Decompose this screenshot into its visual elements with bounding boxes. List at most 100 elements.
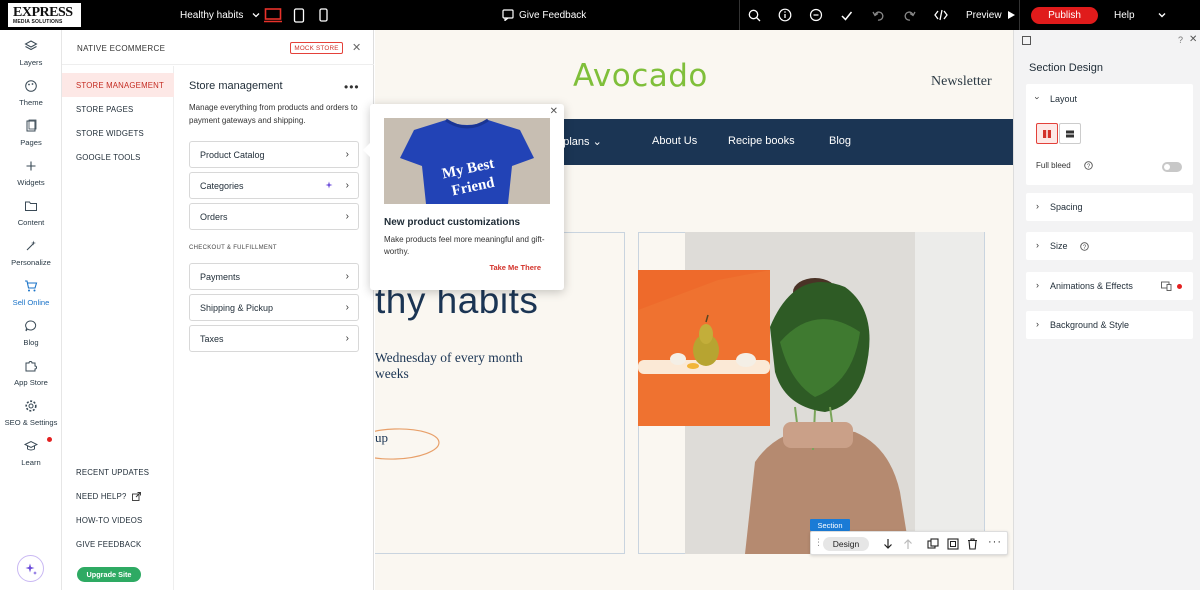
notification-dot	[1177, 284, 1182, 289]
search-button[interactable]	[748, 0, 761, 30]
newsletter-link[interactable]: Newsletter	[931, 74, 992, 90]
help-button[interactable]: Help	[1114, 0, 1135, 30]
close-icon[interactable]: ✕	[1189, 34, 1197, 45]
more-options-icon[interactable]: ···	[988, 536, 1002, 548]
chevron-right-icon: ›	[345, 302, 349, 313]
rail-item-seo-settings[interactable]: SEO & Settings	[0, 395, 62, 435]
publish-button[interactable]: Publish	[1031, 7, 1098, 24]
panel-header: NATIVE ECOMMERCE MOCK STORE ✕	[62, 30, 374, 65]
move-down-icon[interactable]	[883, 538, 893, 550]
comments-button[interactable]	[809, 0, 823, 30]
subnav-need-help[interactable]: NEED HELP?	[62, 484, 174, 508]
product-catalog-card[interactable]: Product Catalog ›	[189, 141, 359, 168]
rail-item-blog[interactable]: Blog	[0, 315, 62, 355]
ecommerce-panel: NATIVE ECOMMERCE MOCK STORE ✕ STORE MANA…	[62, 30, 374, 590]
chevron-down-icon[interactable]: ›	[1033, 97, 1043, 100]
subnav-store-management[interactable]: STORE MANAGEMENT	[62, 73, 174, 97]
dock-panel-icon[interactable]	[1022, 36, 1031, 45]
categories-card[interactable]: Categories ›	[189, 172, 359, 199]
chevron-right-icon: ›	[1036, 319, 1039, 329]
rail-item-app-store[interactable]: App Store	[0, 355, 62, 395]
give-feedback-button[interactable]: Give Feedback	[502, 0, 586, 30]
top-bar: EXPRESS MEDIA SOLUTIONS Healthy habits G…	[0, 0, 1200, 30]
help-icon[interactable]: ?	[1178, 35, 1183, 45]
info-button[interactable]	[778, 0, 792, 30]
subnav-give-feedback[interactable]: GIVE FEEDBACK	[62, 532, 174, 556]
spacing-label: Spacing	[1050, 202, 1083, 212]
redo-icon	[904, 10, 916, 21]
undo-icon	[872, 10, 884, 21]
check-button[interactable]	[840, 0, 853, 30]
nav-recipe-books[interactable]: Recipe books	[728, 135, 795, 147]
site-selector[interactable]: Healthy habits	[180, 0, 261, 30]
section-design-panel: ? ✕ Section Design › Layout Full bleed ?…	[1013, 30, 1200, 590]
size-accordion[interactable]: › Size ?	[1026, 232, 1193, 260]
preview-button[interactable]: Preview	[966, 0, 1016, 30]
mock-store-badge[interactable]: MOCK STORE	[290, 42, 343, 54]
more-options-icon[interactable]: •••	[344, 80, 360, 94]
account-menu-button[interactable]	[1157, 0, 1167, 30]
cart-icon	[25, 280, 38, 292]
rail-item-theme[interactable]: Theme	[0, 75, 62, 115]
close-icon[interactable]: ✕	[352, 41, 361, 54]
graduation-cap-icon	[24, 440, 38, 451]
product-customization-popover: ✕ My Best Friend New product customizati…	[370, 104, 564, 290]
code-button[interactable]	[934, 0, 948, 30]
tablet-view-button[interactable]	[293, 0, 305, 30]
help-circle-icon[interactable]: ?	[1084, 161, 1093, 170]
background-accordion[interactable]: › Background & Style	[1026, 311, 1193, 339]
move-up-icon[interactable]	[903, 538, 913, 550]
close-icon[interactable]: ✕	[550, 106, 558, 117]
rail-label: Sell Online	[12, 298, 50, 307]
ai-assistant-button[interactable]	[17, 555, 44, 582]
nav-about-us[interactable]: About Us	[652, 135, 697, 147]
layout-columns-option[interactable]	[1036, 123, 1058, 144]
take-me-there-link[interactable]: Take Me There	[489, 263, 541, 272]
payments-card[interactable]: Payments ›	[189, 263, 359, 290]
drag-handle-icon[interactable]: ⋮	[814, 537, 823, 548]
redo-button[interactable]	[903, 0, 916, 30]
popover-title: New product customizations	[384, 217, 521, 228]
mobile-icon	[319, 8, 328, 22]
duplicate-icon[interactable]	[927, 538, 939, 550]
layout-rows-option[interactable]	[1059, 123, 1081, 144]
chevron-right-icon: ›	[1036, 201, 1039, 211]
help-circle-icon[interactable]: ?	[1080, 242, 1089, 251]
subnav-how-to-videos[interactable]: HOW-TO VIDEOS	[62, 508, 174, 532]
nav-blog[interactable]: Blog	[829, 135, 851, 147]
section-tag[interactable]: Section	[810, 519, 850, 531]
mobile-view-button[interactable]	[319, 0, 328, 30]
spacing-accordion[interactable]: › Spacing	[1026, 193, 1193, 221]
subnav-google-tools[interactable]: GOOGLE TOOLS	[62, 145, 174, 169]
rail-item-pages[interactable]: Pages	[0, 115, 62, 155]
info-icon	[778, 8, 792, 22]
brand-logo[interactable]: EXPRESS MEDIA SOLUTIONS	[8, 3, 81, 27]
subnav-store-pages[interactable]: STORE PAGES	[62, 97, 174, 121]
card-label: Shipping & Pickup	[200, 302, 274, 313]
rail-item-widgets[interactable]: Widgets	[0, 155, 62, 195]
frame-icon[interactable]	[947, 538, 959, 550]
animations-accordion[interactable]: › Animations & Effects	[1026, 272, 1193, 300]
rail-label: Blog	[23, 338, 39, 347]
undo-button[interactable]	[872, 0, 885, 30]
site-logo[interactable]: Avocado	[573, 58, 708, 94]
upgrade-site-button[interactable]: Upgrade Site	[77, 567, 141, 582]
taxes-card[interactable]: Taxes ›	[189, 325, 359, 352]
hero-signup-button[interactable]: up	[375, 430, 388, 446]
full-bleed-toggle[interactable]	[1162, 162, 1182, 172]
rail-item-personalize[interactable]: Personalize	[0, 235, 62, 275]
subnav-recent-updates[interactable]: RECENT UPDATES	[62, 460, 174, 484]
notification-dot	[47, 437, 52, 442]
rail-item-learn[interactable]: Learn	[0, 435, 62, 475]
rail-item-sell-online[interactable]: Sell Online	[0, 275, 62, 315]
layout-label[interactable]: Layout	[1050, 94, 1077, 104]
design-button[interactable]: Design	[823, 537, 869, 551]
desktop-view-button[interactable]	[264, 0, 282, 30]
subnav-store-widgets[interactable]: STORE WIDGETS	[62, 121, 174, 145]
rail-item-content[interactable]: Content	[0, 195, 62, 235]
shipping-pickup-card[interactable]: Shipping & Pickup ›	[189, 294, 359, 321]
rail-item-layers[interactable]: Layers	[0, 35, 62, 75]
orders-card[interactable]: Orders ›	[189, 203, 359, 230]
card-label: Product Catalog	[200, 149, 265, 160]
trash-icon[interactable]	[967, 538, 978, 550]
